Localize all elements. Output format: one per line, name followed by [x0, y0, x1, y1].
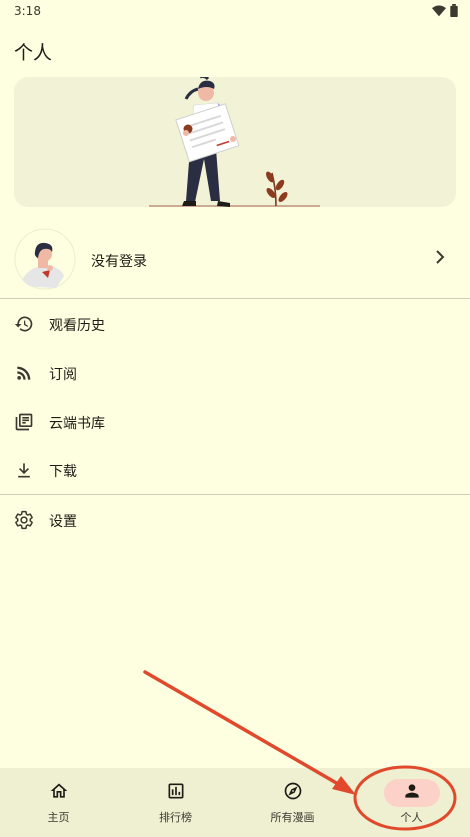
menu-label: 观看历史 — [49, 318, 105, 334]
menu-label: 订阅 — [49, 367, 77, 383]
menu-item-downloads[interactable]: 下载 — [0, 446, 470, 494]
library-books-icon — [15, 413, 33, 431]
nav-item-home[interactable]: 主页 — [0, 768, 117, 837]
status-time: 3:18 — [14, 4, 41, 18]
divider — [0, 494, 470, 495]
avatar-illustration — [14, 228, 76, 290]
bottom-navigation-bar: 主页 排行榜 所有漫画 个人 — [0, 768, 470, 837]
chevron-right-icon — [436, 250, 445, 264]
divider — [0, 298, 470, 299]
nav-item-leaderboard[interactable]: 排行榜 — [117, 768, 234, 837]
menu-label: 云端书库 — [49, 416, 105, 432]
download-icon — [18, 463, 30, 478]
nav-label: 所有漫画 — [270, 811, 315, 824]
menu-item-subscriptions[interactable]: 订阅 — [0, 349, 470, 397]
nav-label: 个人 — [400, 811, 423, 824]
nav-label: 主页 — [47, 811, 70, 824]
menu-label: 设置 — [49, 514, 77, 530]
settings-gear-icon — [15, 510, 33, 530]
wifi-icon — [432, 4, 446, 16]
page-title: 个人 — [14, 42, 53, 64]
nav-label: 排行榜 — [159, 811, 192, 824]
menu-item-settings[interactable]: 设置 — [0, 496, 470, 544]
menu-item-cloud-library[interactable]: 云端书库 — [0, 398, 470, 446]
nav-item-all-comics[interactable]: 所有漫画 — [234, 768, 351, 837]
home-icon — [50, 783, 67, 798]
person-icon — [404, 784, 419, 798]
status-bar: 3:18 — [0, 0, 470, 22]
person-holding-document-illustration — [149, 77, 320, 207]
hero-illustration-card — [14, 77, 456, 207]
leaderboard-icon — [168, 783, 183, 799]
rss-feed-icon — [17, 366, 31, 380]
login-row[interactable]: 没有登录 — [0, 228, 470, 294]
avatar — [14, 228, 76, 290]
menu-item-history[interactable]: 观看历史 — [0, 300, 470, 348]
nav-item-profile[interactable]: 个人 — [353, 768, 470, 837]
status-icons — [432, 4, 458, 17]
compass-icon — [284, 782, 301, 800]
login-label: 没有登录 — [91, 254, 147, 270]
history-icon — [14, 316, 33, 332]
battery-icon — [450, 4, 458, 17]
menu-label: 下载 — [49, 464, 77, 480]
